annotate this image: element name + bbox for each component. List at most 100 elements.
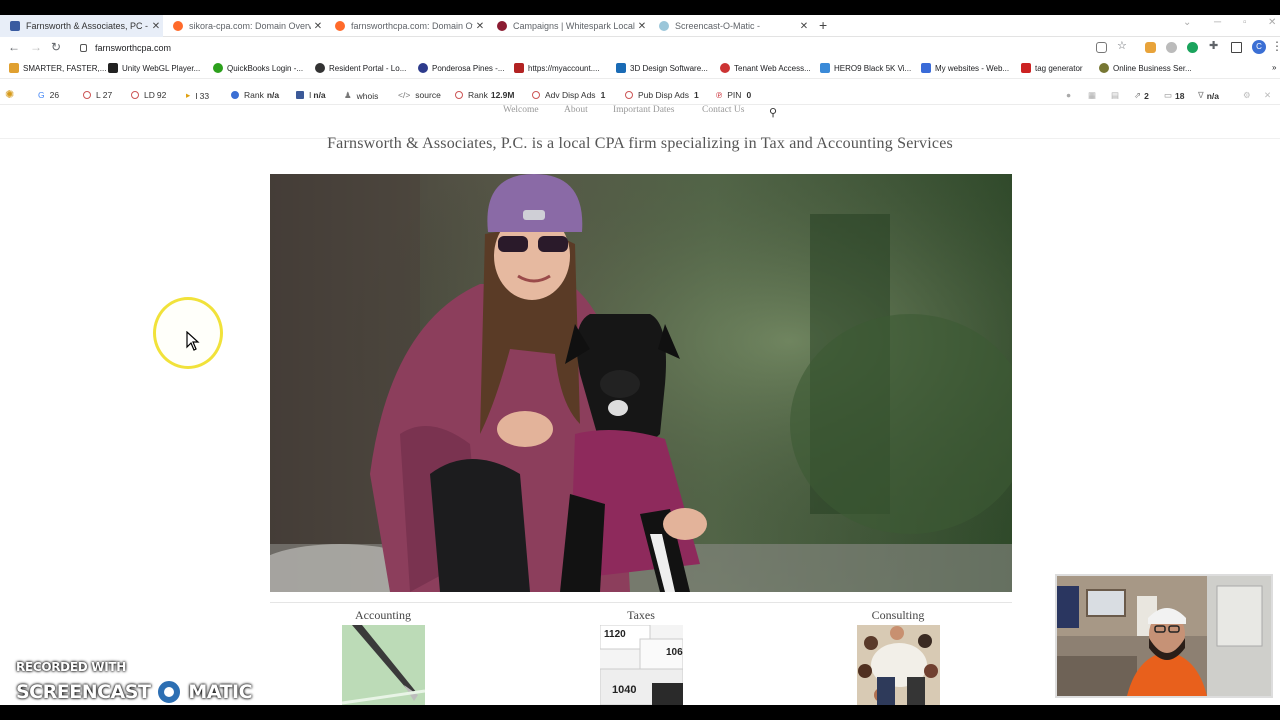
webcam-overlay <box>1055 574 1273 698</box>
service-title-consulting[interactable]: Consulting <box>838 608 958 623</box>
minimize-icon[interactable]: ─ <box>1214 17 1221 28</box>
hero-photo-woman-with-dog <box>270 174 1012 592</box>
bookmark-item[interactable]: Resident Portal - Lo... <box>315 63 406 73</box>
extension-icon[interactable] <box>1187 42 1198 53</box>
seo-metric[interactable]: G 26 <box>38 90 59 100</box>
search-icon[interactable]: ⚲ <box>769 106 777 119</box>
tax-forms-image: 1120 1065 1040 <box>600 625 683 705</box>
form-number-1120: 1120 <box>604 629 626 640</box>
service-title-accounting[interactable]: Accounting <box>323 608 443 623</box>
side-panel-icon[interactable] <box>1231 42 1242 53</box>
seo-metric[interactable]: L 27 <box>83 90 112 100</box>
tab-favicon-icon <box>10 21 20 31</box>
forward-icon[interactable]: → <box>30 40 42 54</box>
tab-screencast[interactable]: Screencast-O-Matic - ✕ <box>649 15 811 37</box>
seo-whois-link[interactable]: ♟ whois <box>344 90 378 101</box>
tab-title: Screencast-O-Matic - <box>675 21 761 31</box>
tab-sikora[interactable]: sikora-cpa.com: Domain Overvie ✕ <box>163 15 325 37</box>
page-icon[interactable]: ▦ <box>1088 90 1096 101</box>
nav-link-welcome[interactable]: Welcome <box>503 105 539 115</box>
reload-icon[interactable]: ↻ <box>51 40 61 54</box>
chart-icon[interactable]: ▤ <box>1111 90 1119 101</box>
tab-search-icon[interactable]: ⌄ <box>1183 17 1191 28</box>
gear-icon[interactable]: ⚙ <box>1243 90 1251 101</box>
tab-whitespark[interactable]: Campaigns | Whitespark Local C ✕ <box>487 15 649 37</box>
seo-metric[interactable]: LD 92 <box>131 90 166 100</box>
presenter-webcam-image <box>1057 576 1271 696</box>
tab-title: Farnsworth & Associates, PC - Ta <box>26 21 149 31</box>
bookmark-item[interactable]: https://myaccount.... <box>514 63 600 73</box>
bookmark-item[interactable]: Ponderosa Pines -... <box>418 63 504 73</box>
form-number-1040: 1040 <box>612 684 636 696</box>
close-icon[interactable]: ✕ <box>635 21 649 32</box>
close-icon[interactable]: ✕ <box>149 21 163 32</box>
consulting-image[interactable] <box>857 625 940 705</box>
tab-favicon-icon <box>659 21 669 31</box>
seo-metric[interactable]: Adv Disp Ads 1 <box>532 90 605 100</box>
bookmark-item[interactable]: Tenant Web Access... <box>720 63 811 73</box>
seo-metric[interactable]: Rank 12.9M <box>455 90 514 100</box>
close-icon[interactable]: ✕ <box>311 21 325 32</box>
puzzle-icon[interactable]: ✚ <box>1209 39 1218 52</box>
window-close-icon[interactable]: ✕ <box>1268 17 1276 28</box>
form-number-1065: 1065 <box>666 647 683 658</box>
nav-link-important-dates[interactable]: Important Dates <box>613 105 674 115</box>
seo-metric[interactable]: Pub Disp Ads 1 <box>625 90 699 100</box>
service-title-taxes[interactable]: Taxes <box>581 608 701 623</box>
bookmark-item[interactable]: Online Business Ser... <box>1099 63 1192 73</box>
seo-metric[interactable]: ∇ n/a <box>1198 90 1219 101</box>
seo-metric[interactable]: Rank n/a <box>231 90 279 100</box>
nav-link-contact[interactable]: Contact Us <box>702 105 744 115</box>
back-icon[interactable]: ← <box>8 40 20 54</box>
taxes-image[interactable]: 1120 1065 1040 <box>600 625 683 705</box>
seo-metric[interactable]: ▭ 18 <box>1164 90 1185 101</box>
seo-toolbar: ✺ G 26 L 27 LD 92 ▸ I 33 Rank n/a In/a ♟ whois … <box>0 85 1280 105</box>
extension-icon[interactable] <box>1166 42 1177 53</box>
accounting-image[interactable] <box>342 625 425 705</box>
profile-avatar[interactable]: C <box>1252 40 1266 54</box>
bookmark-item[interactable]: SMARTER, FASTER,... <box>9 63 106 73</box>
bookmark-item[interactable]: QuickBooks Login -... <box>213 63 303 73</box>
watermark-logo: SCREENCAST MATIC <box>16 677 253 707</box>
seo-metric[interactable]: ℗ PIN 0 <box>716 90 751 100</box>
seo-source-link[interactable]: </> source <box>398 90 441 100</box>
watermark-left-text: SCREENCAST <box>16 681 151 703</box>
info-icon[interactable]: ● <box>1066 90 1071 100</box>
address-bar[interactable]: farnsworthcpa.com <box>72 39 1132 57</box>
close-icon[interactable]: ✕ <box>797 21 811 32</box>
screencast-logo-icon <box>154 677 185 707</box>
more-bookmarks-icon[interactable]: » <box>1272 63 1276 72</box>
seo-metric[interactable]: ▸ I 33 <box>186 90 209 101</box>
maximize-icon[interactable]: ▫ <box>1243 17 1247 28</box>
bookmark-item[interactable]: 3D Design Software... <box>616 63 708 73</box>
seo-metric[interactable]: ⇗ 2 <box>1134 90 1149 101</box>
tab-favicon-icon <box>497 21 507 31</box>
tab-farnsworth-overview[interactable]: farnsworthcpa.com: Domain Ove ✕ <box>325 15 487 37</box>
pen-on-paper-image <box>342 625 425 705</box>
close-icon[interactable]: ✕ <box>1264 90 1271 101</box>
new-tab-button[interactable]: + <box>819 15 827 35</box>
bookmark-item[interactable]: My websites - Web... <box>921 63 1009 73</box>
lock-icon <box>80 44 87 52</box>
bookmark-item[interactable]: tag generator <box>1021 63 1083 73</box>
close-icon[interactable]: ✕ <box>473 21 487 32</box>
seo-metric[interactable]: In/a <box>296 90 326 100</box>
top-black-bar <box>0 0 1280 15</box>
site-navigation: Welcome About Important Dates Contact Us… <box>0 105 1280 139</box>
watermark-right-text: MATIC <box>188 681 253 703</box>
share-icon[interactable] <box>1096 42 1107 53</box>
seoquake-icon[interactable]: ✺ <box>5 88 14 101</box>
menu-icon[interactable]: ⋮ <box>1271 39 1280 53</box>
bookmark-item[interactable]: Unity WebGL Player... <box>108 63 200 73</box>
site-tagline: Farnsworth & Associates, P.C. is a local… <box>327 135 953 152</box>
nav-link-about[interactable]: About <box>564 105 588 115</box>
extension-icon[interactable] <box>1145 42 1156 53</box>
bottom-black-bar <box>0 705 1280 720</box>
url-text: farnsworthcpa.com <box>95 43 172 53</box>
tab-farnsworth[interactable]: Farnsworth & Associates, PC - Ta ✕ <box>0 15 163 37</box>
tab-title: sikora-cpa.com: Domain Overvie <box>189 21 311 31</box>
mouse-cursor-icon <box>186 331 200 351</box>
bookmark-item[interactable]: HERO9 Black 5K Vi... <box>820 63 911 73</box>
bookmark-star-icon[interactable]: ☆ <box>1117 39 1127 52</box>
tab-title: farnsworthcpa.com: Domain Ove <box>351 21 473 31</box>
